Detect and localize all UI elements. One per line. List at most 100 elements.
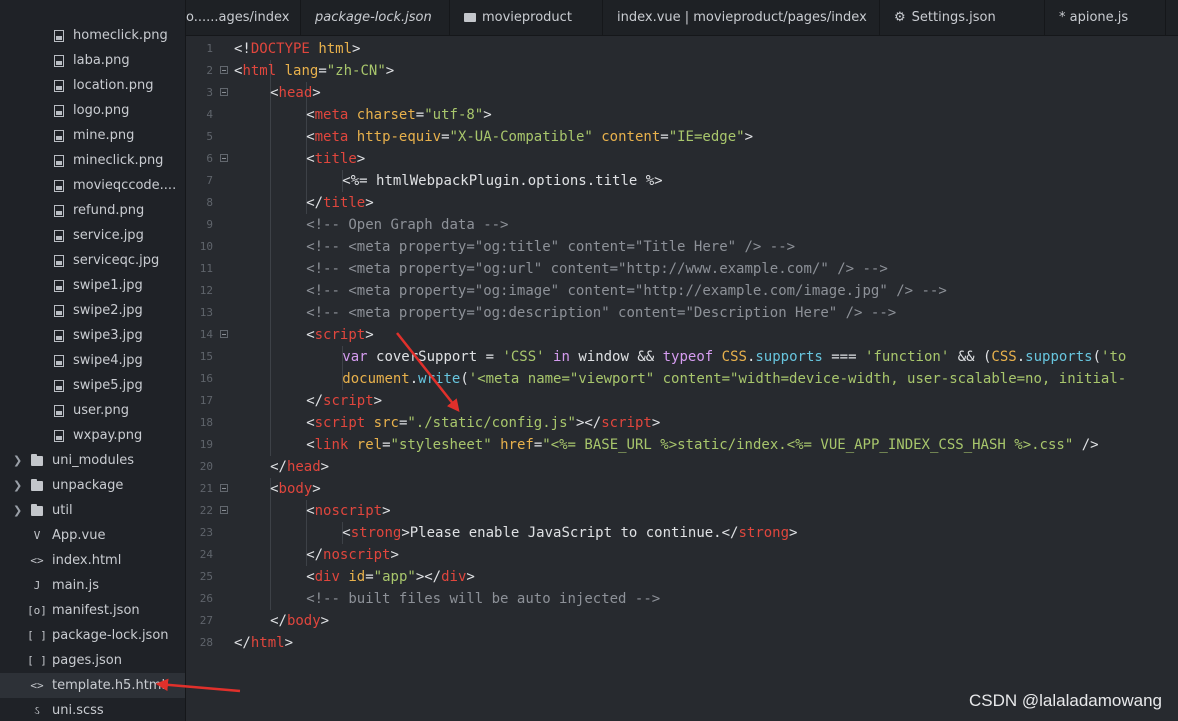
line-number: 1	[206, 42, 213, 55]
tree-item-label: swipe2.jpg	[73, 303, 143, 318]
tree-file[interactable]: swipe1.jpg	[0, 273, 185, 298]
tree-file[interactable]: [o] manifest.json	[0, 598, 185, 623]
code-token: </	[270, 613, 287, 629]
watermark: CSDN @lalaladamowang	[968, 691, 1162, 710]
image-file-icon	[53, 304, 65, 318]
tree-file[interactable]: <> template.h5.html	[0, 673, 185, 698]
code-token: </	[234, 635, 251, 651]
editor-tab[interactable]: * apione.js	[1045, 0, 1166, 35]
tree-file[interactable]: mineclick.png	[0, 148, 185, 173]
code-token: link	[314, 437, 349, 453]
code-token: meta	[314, 107, 349, 123]
editor-tab[interactable]: ⚙ Settings.json	[880, 0, 1045, 35]
code-text: <%= htmlWebpackPlugin.options.title %>	[234, 170, 662, 192]
chevron-right-icon[interactable]: ❯	[13, 504, 22, 517]
code-token: <	[306, 107, 315, 123]
code-token: noscript	[314, 503, 383, 519]
manifest-file-icon: [o]	[27, 604, 47, 617]
tree-file[interactable]: laba.png	[0, 48, 185, 73]
editor-tab[interactable]: index.vue | movieproduct/pages/index	[603, 0, 880, 35]
tree-file[interactable]: swipe5.jpg	[0, 373, 185, 398]
code-text: <noscript>	[234, 500, 391, 522]
tree-file[interactable]: movieqccode....	[0, 173, 185, 198]
code-token: script	[314, 415, 366, 431]
line-number: 25	[199, 570, 213, 583]
tree-item-label: service.jpg	[73, 228, 144, 243]
code-token: >Please enable JavaScript to continue.</	[401, 525, 739, 541]
tree-file[interactable]: location.png	[0, 73, 185, 98]
fold-toggle-icon[interactable]	[220, 484, 228, 492]
tree-file[interactable]: wxpay.png	[0, 423, 185, 448]
tree-folder[interactable]: ❯ util	[0, 498, 185, 523]
tree-file[interactable]: serviceqc.jpg	[0, 248, 185, 273]
code-token: "./static/config.js"	[407, 415, 576, 431]
code-token: var	[342, 349, 368, 365]
tree-file[interactable]: [ ] pages.json	[0, 648, 185, 673]
json-file-icon: [ ]	[27, 654, 47, 667]
code-token: <	[306, 151, 315, 167]
image-file-icon	[53, 379, 65, 393]
image-file-icon	[53, 204, 65, 218]
tree-file[interactable]: Jmain.js	[0, 573, 185, 598]
code-token: =	[441, 129, 450, 145]
line-number: 6	[206, 152, 213, 165]
editor-tab[interactable]: package-lock.json	[301, 0, 450, 35]
tree-item-label: uni_modules	[52, 453, 135, 468]
tree-file[interactable]: V App.vue	[0, 523, 185, 548]
code-text: <!-- <meta property="og:image" content="…	[234, 280, 947, 302]
tree-file[interactable]: swipe3.jpg	[0, 323, 185, 348]
fold-toggle-icon[interactable]	[220, 154, 228, 162]
tree-folder[interactable]: ❯ uni_modules	[0, 448, 185, 473]
tree-file[interactable]: service.jpg	[0, 223, 185, 248]
editor-tab[interactable]: o......ages/index	[186, 0, 301, 35]
code-text: <head>	[234, 82, 321, 104]
tree-file[interactable]: swipe2.jpg	[0, 298, 185, 323]
tree-item-label: user.png	[73, 403, 130, 418]
code-token: =	[365, 569, 374, 585]
tree-folder[interactable]: ❯ unpackage	[0, 473, 185, 498]
tree-file[interactable]: ઽ uni.scss	[0, 698, 185, 721]
code-token: div	[441, 569, 467, 585]
code-token: </	[306, 393, 324, 409]
code-token: >	[373, 393, 383, 409]
code-token: .	[1016, 349, 1026, 365]
tree-file[interactable]: logo.png	[0, 98, 185, 123]
tree-file[interactable]: swipe4.jpg	[0, 348, 185, 373]
fold-toggle-icon[interactable]	[220, 506, 228, 514]
code-token: >	[789, 525, 798, 541]
code-line: 7 <%= htmlWebpackPlugin.options.title %>	[186, 170, 1178, 192]
tree-item-label: mineclick.png	[73, 153, 164, 168]
tree-file[interactable]: mine.png	[0, 123, 185, 148]
code-line: 28 </html>	[186, 632, 1178, 654]
html-file-icon: <>	[30, 679, 44, 692]
tree-file[interactable]: user.png	[0, 398, 185, 423]
fold-toggle-icon[interactable]	[220, 88, 228, 96]
tree-item-label: location.png	[73, 78, 154, 93]
code-token: 'CSS'	[502, 349, 545, 365]
tab-label: package-lock.json	[315, 10, 432, 25]
image-file-icon	[53, 129, 65, 143]
code-editor[interactable]: 1 <!DOCTYPE html> 2 <html lang="zh-CN"> 3 <he…	[186, 36, 1178, 721]
code-token: div	[314, 569, 340, 585]
editor-tab[interactable]: movieproduct	[450, 0, 603, 35]
code-line: 25 <div id="app"></div>	[186, 566, 1178, 588]
code-token: >	[382, 503, 391, 519]
code-line: 6 <title>	[186, 148, 1178, 170]
chevron-right-icon[interactable]: ❯	[13, 454, 22, 467]
gear-icon: ⚙	[894, 10, 906, 25]
tree-file[interactable]: homeclick.png	[0, 23, 185, 48]
fold-toggle-icon[interactable]	[220, 330, 228, 338]
chevron-right-icon[interactable]: ❯	[13, 479, 22, 492]
line-number: 18	[199, 416, 213, 429]
code-line: 8 </title>	[186, 192, 1178, 214]
fold-toggle-icon[interactable]	[220, 66, 228, 74]
code-token: <!-- built files will be auto injected -…	[306, 591, 661, 607]
tree-file[interactable]: [ ] package-lock.json	[0, 623, 185, 648]
tree-file[interactable]: <> index.html	[0, 548, 185, 573]
code-line: 5 <meta http-equiv="X-UA-Compatible" cont…	[186, 126, 1178, 148]
code-line: 23 <strong>Please enable JavaScript to co…	[186, 522, 1178, 544]
tree-file[interactable]: refund.png	[0, 198, 185, 223]
code-line: 24 </noscript>	[186, 544, 1178, 566]
code-token: <!-- <meta property="og:image" content="…	[306, 283, 947, 299]
